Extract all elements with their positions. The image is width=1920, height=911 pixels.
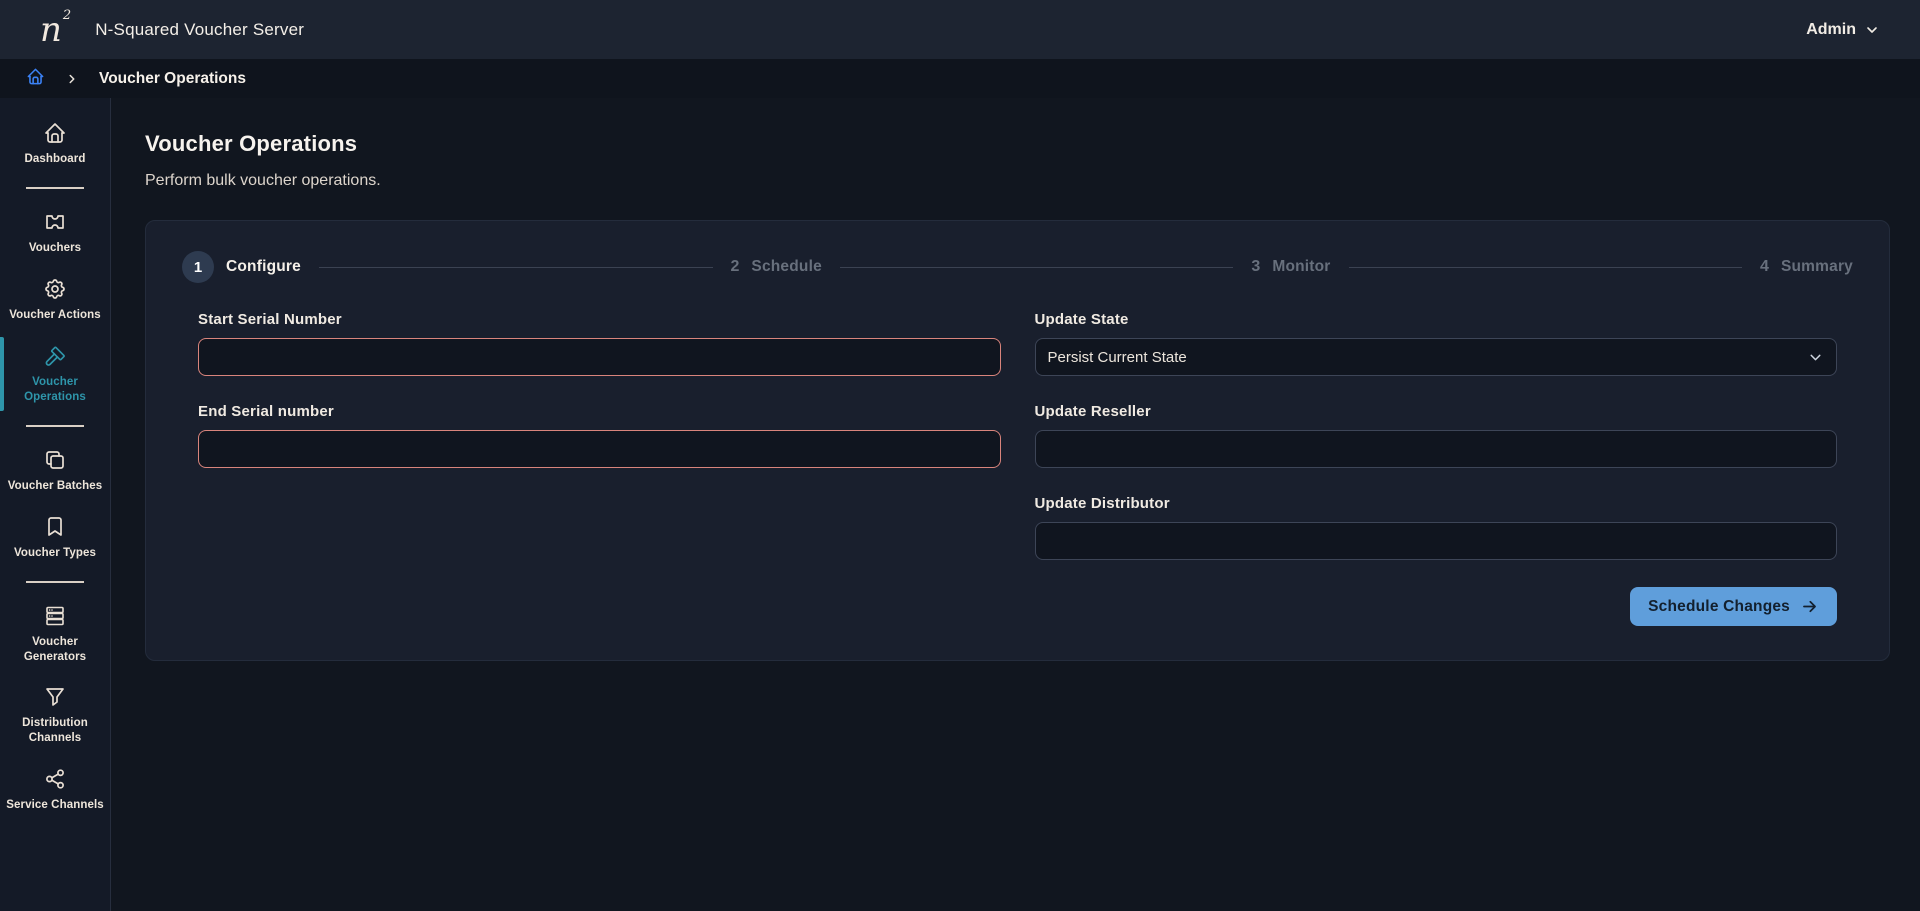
- schedule-changes-button[interactable]: Schedule Changes: [1630, 587, 1837, 626]
- sidebar-item-service-channels[interactable]: Service Channels: [0, 756, 110, 823]
- chevron-down-icon: [1807, 349, 1824, 366]
- bookmark-icon: [43, 515, 67, 539]
- schedule-changes-label: Schedule Changes: [1648, 598, 1790, 616]
- update-reseller-input[interactable]: [1035, 430, 1838, 468]
- sidebar-item-label: Voucher Actions: [9, 308, 101, 323]
- update-state-field-group: Update State Persist Current State: [1035, 311, 1838, 376]
- start-serial-field-group: Start Serial Number: [198, 311, 1001, 376]
- sidebar-divider: [26, 187, 84, 189]
- step-number: 1: [182, 251, 214, 283]
- end-serial-field-group: End Serial number: [198, 403, 1001, 468]
- update-state-label: Update State: [1035, 311, 1838, 328]
- stepper-step-summary[interactable]: 4 Summary: [1760, 258, 1853, 276]
- stepper-step-monitor[interactable]: 3 Monitor: [1251, 258, 1330, 276]
- user-menu[interactable]: Admin: [1806, 21, 1880, 39]
- update-state-selected-value: Persist Current State: [1048, 349, 1187, 366]
- server-stack-icon: [43, 604, 67, 628]
- step-label: Configure: [226, 258, 301, 276]
- sidebar-item-voucher-operations[interactable]: Voucher Operations: [0, 333, 110, 415]
- sidebar-divider: [26, 425, 84, 427]
- voucher-operations-card: 1 Configure 2 Schedule 3 Monitor 4 Summa…: [145, 220, 1890, 661]
- arrow-right-icon: [1800, 597, 1819, 616]
- sidebar-item-label: Voucher Batches: [8, 479, 103, 494]
- top-bar: n2 N-Squared Voucher Server Admin: [0, 0, 1920, 59]
- funnel-icon: [43, 685, 67, 709]
- stepper-step-schedule[interactable]: 2 Schedule: [731, 258, 822, 276]
- step-label: Monitor: [1272, 258, 1330, 276]
- sidebar-divider: [26, 581, 84, 583]
- sidebar-item-label: Vouchers: [29, 241, 81, 256]
- form-right-column: Update State Persist Current State Updat…: [1035, 311, 1838, 626]
- sidebar-item-voucher-generators[interactable]: Voucher Generators: [0, 593, 110, 675]
- stepper-connector: [319, 267, 713, 268]
- sidebar-item-voucher-batches[interactable]: Voucher Batches: [0, 437, 110, 504]
- sidebar-item-vouchers[interactable]: Vouchers: [0, 199, 110, 266]
- sidebar-item-voucher-types[interactable]: Voucher Types: [0, 504, 110, 571]
- logo-squared: 2: [63, 9, 71, 22]
- update-reseller-label: Update Reseller: [1035, 403, 1838, 420]
- gear-icon: [43, 277, 67, 301]
- ticket-icon: [42, 210, 68, 234]
- sidebar-item-label: Distribution Channels: [4, 716, 106, 746]
- chevron-right-icon: [65, 72, 79, 86]
- stepper-connector: [1349, 267, 1743, 268]
- form-left-column: Start Serial Number End Serial number: [198, 311, 1001, 626]
- chevron-down-icon: [1864, 22, 1880, 38]
- bulk-operations-form: Start Serial Number End Serial number Up…: [182, 311, 1853, 626]
- start-serial-input[interactable]: [198, 338, 1001, 376]
- stepper-connector: [840, 267, 1234, 268]
- breadcrumb-home-link[interactable]: [26, 67, 45, 91]
- sidebar-item-label: Dashboard: [25, 152, 86, 167]
- share-icon: [43, 767, 67, 791]
- home-icon: [43, 121, 67, 145]
- stepper: 1 Configure 2 Schedule 3 Monitor 4 Summa…: [182, 251, 1853, 283]
- app-title: N-Squared Voucher Server: [95, 20, 304, 40]
- sidebar: Dashboard Vouchers Voucher Actions Vouch…: [0, 98, 111, 911]
- app-logo: n2: [40, 13, 71, 47]
- update-distributor-field-group: Update Distributor: [1035, 495, 1838, 560]
- breadcrumb: Voucher Operations: [0, 59, 1920, 98]
- end-serial-label: End Serial number: [198, 403, 1001, 420]
- sidebar-item-label: Voucher Operations: [4, 375, 106, 405]
- form-actions: Schedule Changes: [1035, 587, 1838, 626]
- update-reseller-field-group: Update Reseller: [1035, 403, 1838, 468]
- sidebar-item-distribution-channels[interactable]: Distribution Channels: [0, 674, 110, 756]
- sidebar-item-label: Voucher Types: [14, 546, 96, 561]
- sidebar-item-label: Voucher Generators: [4, 635, 106, 665]
- page-subtitle: Perform bulk voucher operations.: [145, 172, 1890, 190]
- step-label: Summary: [1781, 258, 1853, 276]
- step-label: Schedule: [751, 258, 822, 276]
- sidebar-item-label: Service Channels: [6, 798, 103, 813]
- end-serial-input[interactable]: [198, 430, 1001, 468]
- breadcrumb-current-page: Voucher Operations: [99, 70, 246, 88]
- page-title: Voucher Operations: [145, 131, 1890, 157]
- update-state-select[interactable]: Persist Current State: [1035, 338, 1838, 376]
- gavel-icon: [43, 344, 67, 368]
- step-number: 2: [731, 258, 740, 276]
- copy-icon: [43, 448, 67, 472]
- step-number: 4: [1760, 258, 1769, 276]
- user-menu-label: Admin: [1806, 21, 1856, 39]
- start-serial-label: Start Serial Number: [198, 311, 1001, 328]
- home-icon: [26, 67, 45, 91]
- sidebar-item-voucher-actions[interactable]: Voucher Actions: [0, 266, 110, 333]
- sidebar-item-dashboard[interactable]: Dashboard: [0, 110, 110, 177]
- update-distributor-input[interactable]: [1035, 522, 1838, 560]
- logo-n: n: [40, 13, 62, 47]
- step-number: 3: [1251, 258, 1260, 276]
- main-content: Voucher Operations Perform bulk voucher …: [111, 98, 1920, 911]
- stepper-step-configure[interactable]: 1 Configure: [182, 251, 301, 283]
- update-distributor-label: Update Distributor: [1035, 495, 1838, 512]
